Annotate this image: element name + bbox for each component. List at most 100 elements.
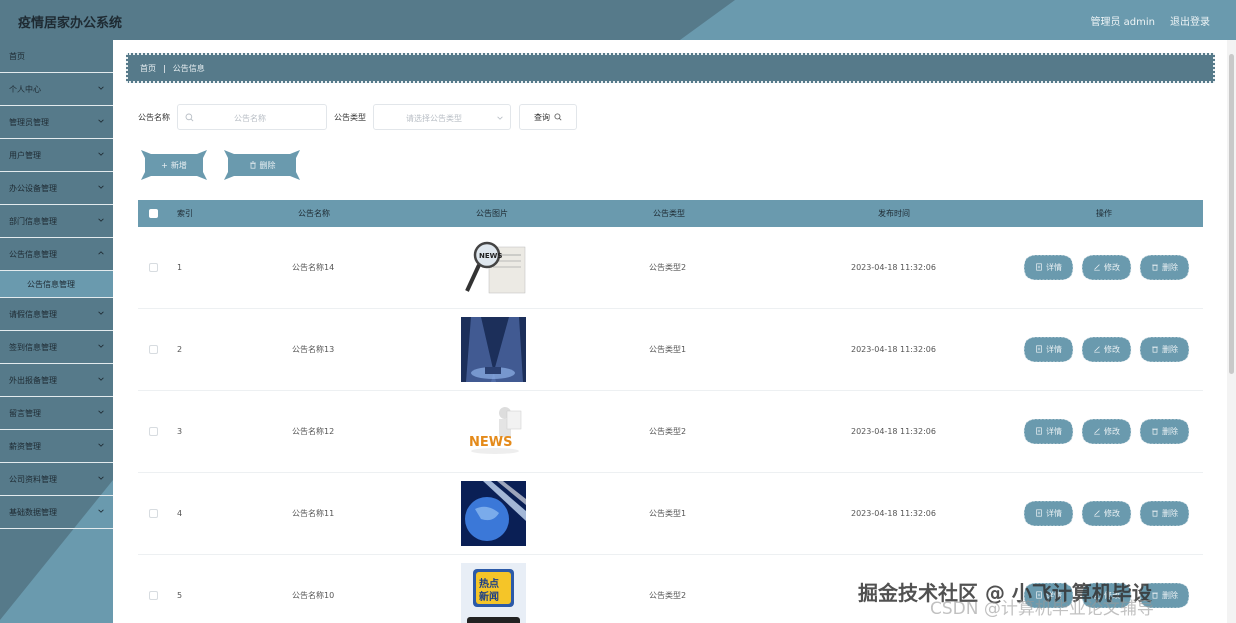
sidebar: 首页 个人中心 管理员管理 用户管理 办公设备管理 部门信息管理 公告信息管理 公告信息管理请… (0, 40, 113, 623)
sidebar-item-label: 薪资管理 (9, 441, 41, 451)
select-all-checkbox[interactable] (149, 209, 158, 218)
cell-actions: 详情 修改 删除 (1022, 473, 1196, 554)
edit-button-content: 修改 (1080, 337, 1133, 362)
watermark-csdn: CSDN @计算机毕业论文辅导 (930, 599, 1154, 619)
name-search-placeholder: 公告名称 (234, 114, 266, 123)
chevron-down-icon (97, 183, 105, 191)
detail-button[interactable]: 详情 (1022, 337, 1075, 362)
sidebar-item[interactable]: 请假信息管理 (0, 298, 113, 331)
add-button-content: + 新增 (141, 150, 207, 180)
row-delete-button-content: 删除 (1138, 255, 1191, 280)
row-delete-button[interactable]: 删除 (1138, 419, 1191, 444)
breadcrumb: 首页 | 公告信息 (126, 53, 1215, 83)
name-filter-label: 公告名称 (138, 112, 170, 122)
detail-button-label: 详情 (1046, 509, 1062, 518)
row-delete-button-label: 删除 (1162, 263, 1178, 272)
sidebar-subitem-label: 公告信息管理 (27, 279, 75, 289)
detail-button[interactable]: 详情 (1022, 255, 1075, 280)
sidebar-menu: 首页 个人中心 管理员管理 用户管理 办公设备管理 部门信息管理 公告信息管理 公告信息管理请… (0, 40, 113, 529)
sidebar-item[interactable]: 用户管理 (0, 139, 113, 172)
sidebar-item[interactable]: 公告信息管理 (0, 238, 113, 271)
row-checkbox[interactable] (149, 345, 158, 354)
announcement-image[interactable]: NEWS (461, 235, 526, 300)
announcement-table: 索引 公告名称 公告图片 公告类型 发布时间 操作 1 公告名称14 NEWS 公告类… (138, 200, 1203, 623)
name-search-input[interactable]: 公告名称 (177, 104, 327, 130)
sidebar-item[interactable]: 留言管理 (0, 397, 113, 430)
row-delete-button[interactable]: 删除 (1138, 501, 1191, 526)
row-checkbox[interactable] (149, 427, 158, 436)
announcement-image[interactable]: NEWS (461, 399, 526, 464)
cell-image[interactable] (461, 473, 526, 554)
cell-image[interactable]: NEWS (461, 391, 526, 472)
sidebar-subitem-active[interactable]: 公告信息管理 (0, 271, 113, 298)
row-delete-button[interactable]: 删除 (1138, 255, 1191, 280)
sidebar-item[interactable]: 部门信息管理 (0, 205, 113, 238)
cell-image[interactable]: 热点 新闻 (461, 555, 526, 623)
add-button-label: 新增 (170, 160, 187, 170)
edit-button[interactable]: 修改 (1080, 501, 1133, 526)
edit-button[interactable]: 修改 (1080, 337, 1133, 362)
edit-button[interactable]: 修改 (1080, 255, 1133, 280)
header-time: 发布时间 (878, 209, 910, 218)
breadcrumb-home[interactable]: 首页 (140, 63, 156, 74)
cell-time: 2023-04-18 11:32:06 (851, 427, 936, 436)
header-type: 公告类型 (653, 209, 685, 218)
sidebar-item[interactable]: 个人中心 (0, 73, 113, 106)
type-select[interactable]: 请选择公告类型 (373, 104, 511, 130)
cell-name: 公告名称12 (292, 427, 335, 436)
sidebar-item[interactable]: 管理员管理 (0, 106, 113, 139)
sidebar-item-label: 留言管理 (9, 408, 41, 418)
sidebar-item[interactable]: 公司资料管理 (0, 463, 113, 496)
select-all-cell (149, 200, 158, 227)
cell-type: 公告类型2 (649, 591, 687, 600)
svg-text:NEWS: NEWS (469, 435, 512, 450)
detail-button-content: 详情 (1022, 255, 1075, 280)
edit-icon (1093, 427, 1101, 437)
cell-index: 4 (177, 509, 183, 518)
search-icon (185, 113, 194, 122)
sidebar-item[interactable]: 薪资管理 (0, 430, 113, 463)
sidebar-item[interactable]: 签到信息管理 (0, 331, 113, 364)
app-title: 疫情居家办公系统 (18, 16, 123, 31)
detail-button[interactable]: 详情 (1022, 501, 1075, 526)
announcement-image[interactable] (461, 317, 526, 382)
header-index: 索引 (177, 209, 193, 218)
page-scrollbar[interactable] (1227, 40, 1236, 623)
query-button[interactable]: 查询 (519, 104, 577, 130)
scrollbar-thumb[interactable] (1229, 54, 1234, 374)
sidebar-item[interactable]: 外出报备管理 (0, 364, 113, 397)
row-checkbox[interactable] (149, 263, 158, 272)
detail-button-content: 详情 (1022, 419, 1075, 444)
edit-button-label: 修改 (1104, 427, 1120, 436)
chevron-down-icon (97, 216, 105, 224)
sidebar-item-label: 外出报备管理 (9, 375, 57, 385)
add-button[interactable]: + 新增 (141, 150, 207, 180)
bulk-delete-label: 删除 (259, 160, 276, 170)
cell-image[interactable]: NEWS (461, 227, 526, 308)
trash-icon (1151, 509, 1159, 519)
cell-actions: 详情 修改 删除 (1022, 391, 1196, 472)
cell-image[interactable] (461, 309, 526, 390)
admin-user-label[interactable]: 管理员 admin (1090, 13, 1155, 28)
detail-button[interactable]: 详情 (1022, 419, 1075, 444)
logout-link[interactable]: 退出登录 (1170, 13, 1210, 28)
toolbar: + 新增 删除 (141, 150, 300, 180)
announcement-image[interactable]: 热点 新闻 (461, 563, 526, 623)
cell-name: 公告名称13 (292, 345, 335, 354)
header-user-area: 管理员 admin 退出登录 (1090, 13, 1210, 28)
cell-type: 公告类型2 (649, 427, 687, 436)
row-checkbox[interactable] (149, 591, 158, 600)
sidebar-item[interactable]: 办公设备管理 (0, 172, 113, 205)
header-dark-band (0, 0, 735, 40)
cell-name: 公告名称10 (292, 591, 335, 600)
row-checkbox[interactable] (149, 509, 158, 518)
row-select-cell (149, 227, 158, 308)
bulk-delete-button[interactable]: 删除 (224, 150, 300, 180)
announcement-image[interactable] (461, 481, 526, 546)
detail-button-content: 详情 (1022, 337, 1075, 362)
row-delete-button[interactable]: 删除 (1138, 337, 1191, 362)
sidebar-item[interactable]: 基础数据管理 (0, 496, 113, 529)
sidebar-item[interactable]: 首页 (0, 40, 113, 73)
edit-button[interactable]: 修改 (1080, 419, 1133, 444)
trash-icon (1151, 263, 1159, 273)
